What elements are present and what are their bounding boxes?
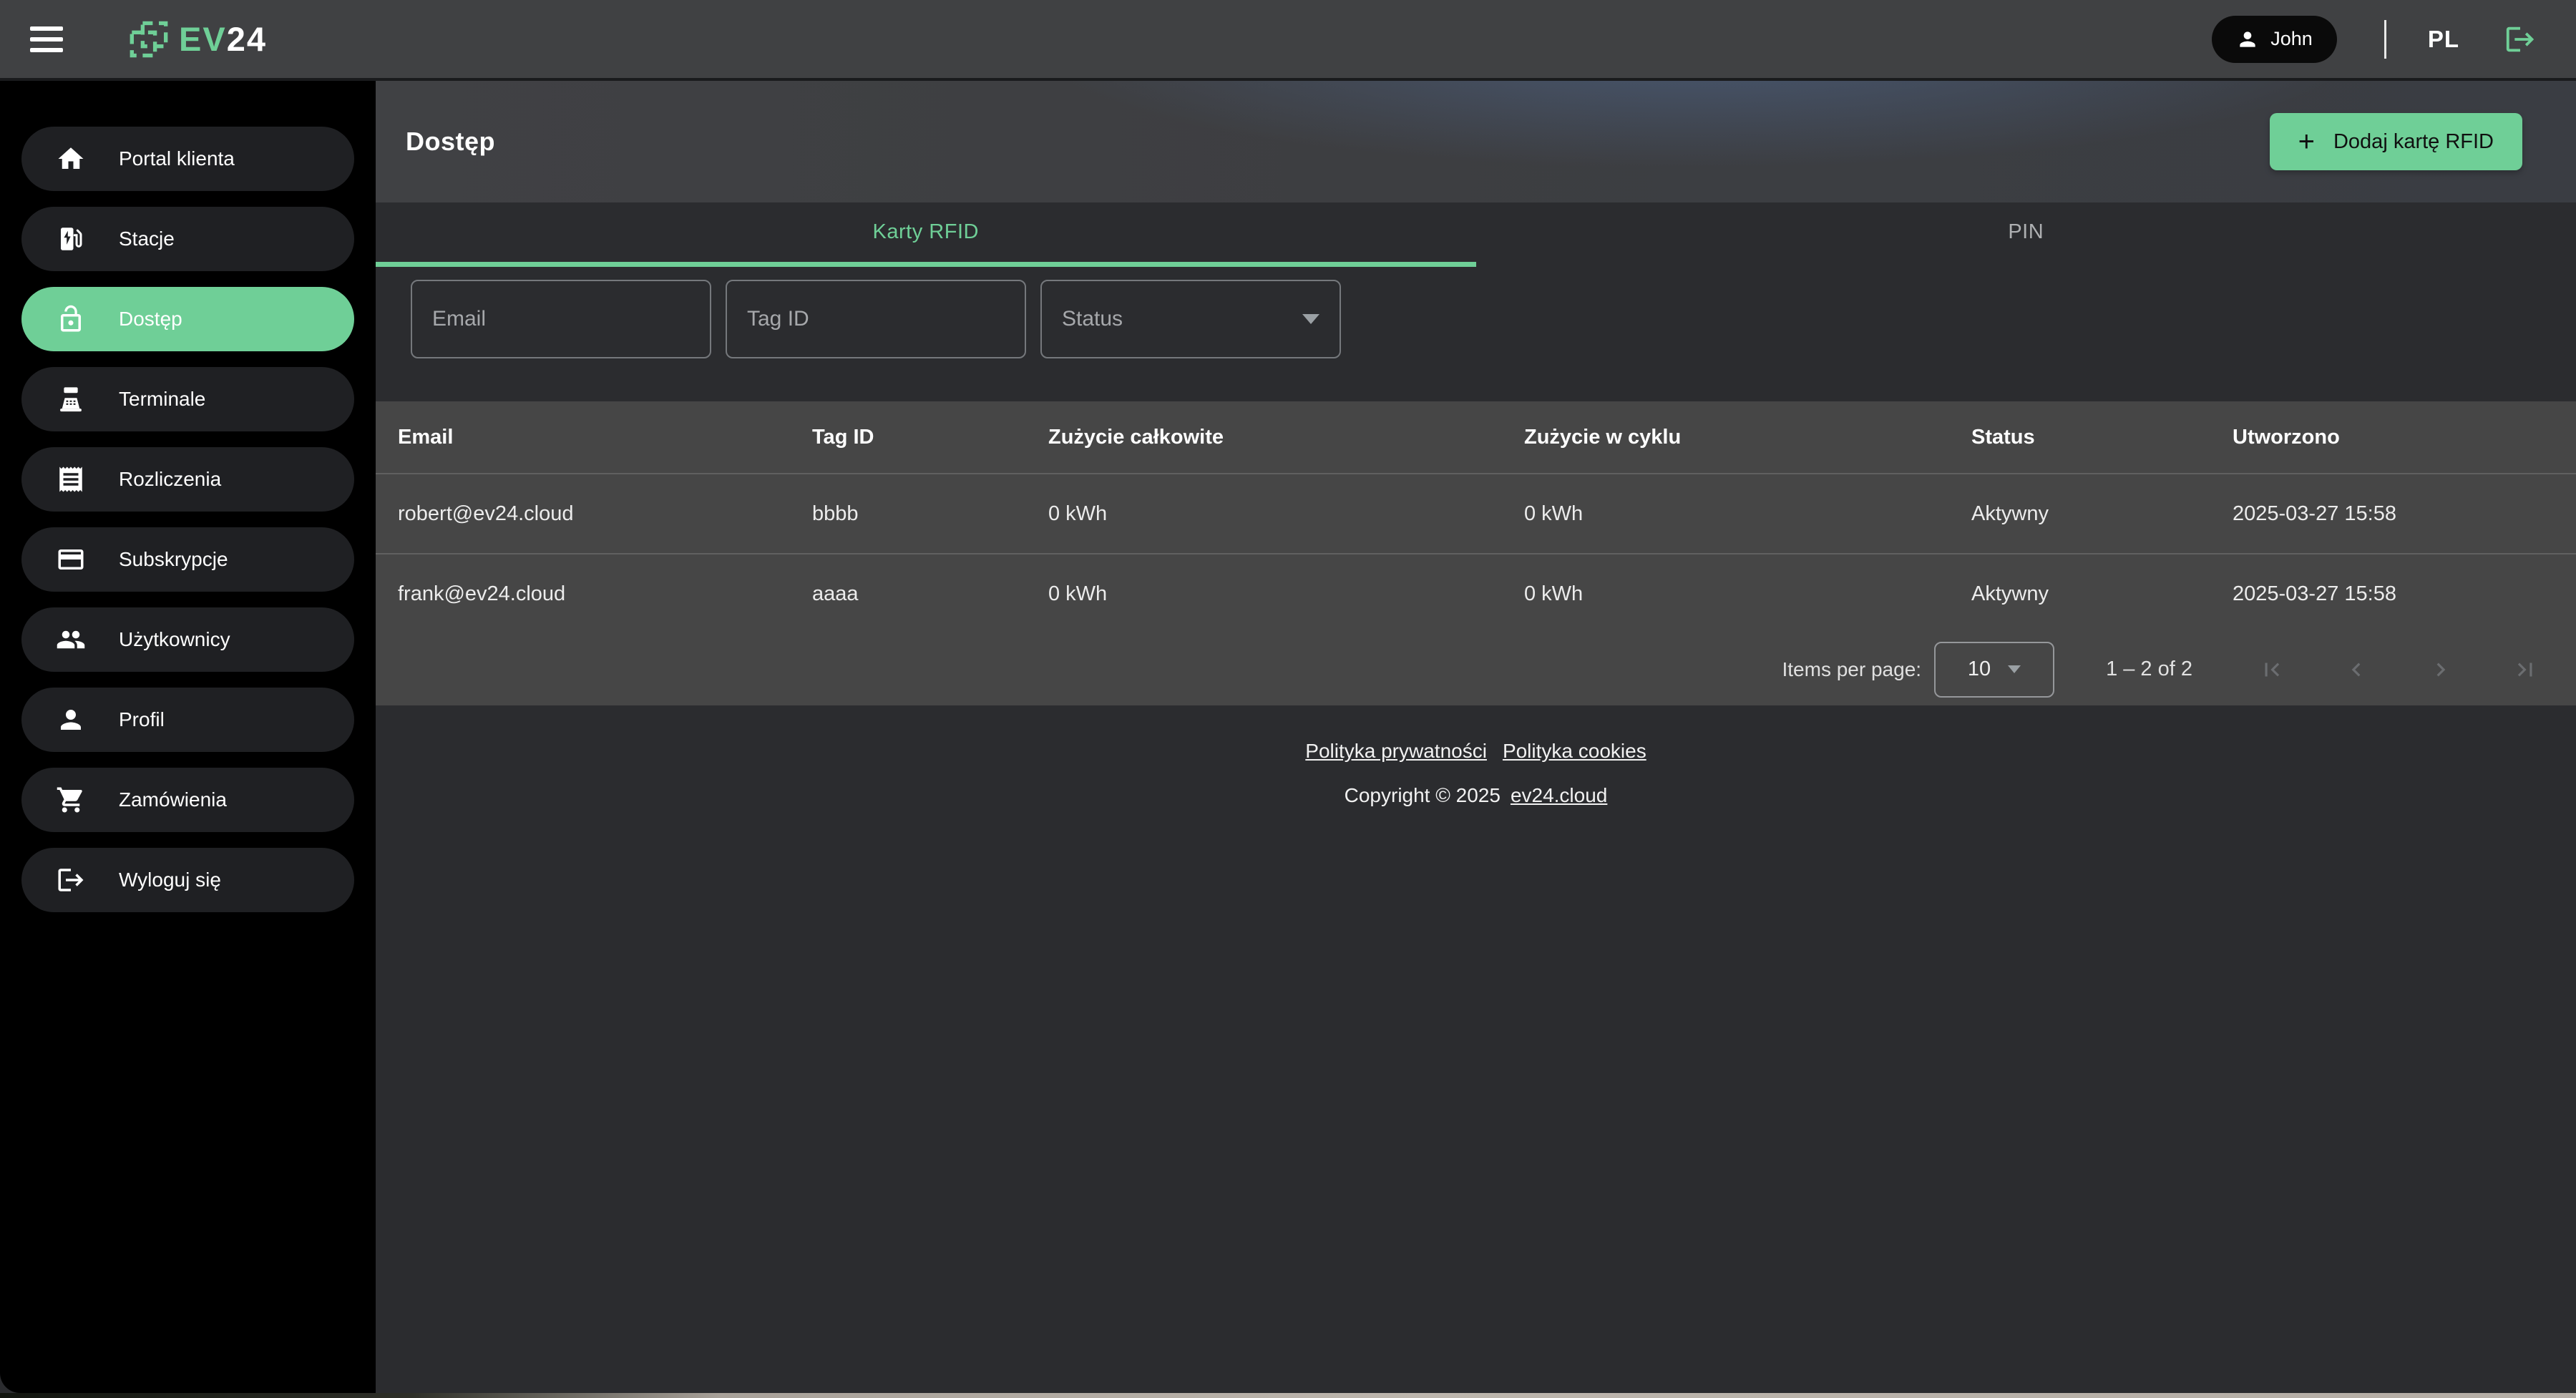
items-per-page-select[interactable]: 10 (1934, 641, 2055, 698)
cell-status: Aktywny (1971, 582, 2049, 605)
sidebar: Portal klienta Stacje Dostęp Terminale R… (0, 81, 376, 1393)
page-header: Dostęp + Dodaj kartę RFID (376, 81, 2576, 202)
home-icon (58, 147, 84, 169)
sidebar-item-wyloguj[interactable]: Wyloguj się (21, 848, 354, 912)
main-content: Dostęp + Dodaj kartę RFID Karty RFID PIN… (376, 81, 2576, 1393)
filter-row: Status (411, 280, 2576, 358)
col-created: Utworzono (2233, 425, 2340, 449)
chevron-down-icon (1302, 314, 1319, 324)
email-filter-input[interactable] (411, 280, 711, 358)
pagination-range-label: 1 – 2 of 2 (2106, 658, 2192, 680)
topbar: EV24 John PL (0, 0, 2576, 81)
last-page-icon[interactable] (2512, 656, 2539, 683)
status-filter-select[interactable]: Status (1040, 280, 1341, 358)
sidebar-item-zamowienia[interactable]: Zamówienia (21, 768, 354, 832)
cookies-policy-link[interactable]: Polityka cookies (1503, 740, 1646, 763)
bottom-edge-strip (0, 1393, 2576, 1398)
tabbar: Karty RFID PIN (376, 202, 2576, 267)
receipt-icon (59, 466, 82, 492)
sidebar-item-dostep[interactable]: Dostęp (21, 287, 354, 351)
table-header-row: Email Tag ID Zużycie całkowite Zużycie w… (376, 401, 2576, 473)
cell-email: robert@ev24.cloud (398, 502, 574, 525)
pagination-bar: Items per page: 10 1 – 2 of 2 (376, 633, 2576, 705)
table-row[interactable]: frank@ev24.cloud aaaa 0 kWh 0 kWh Aktywn… (376, 553, 2576, 633)
sidebar-item-uzytkownicy[interactable]: Użytkownicy (21, 607, 354, 672)
tab-pin[interactable]: PIN (1476, 202, 2576, 267)
cell-total-usage: 0 kWh (1048, 502, 1108, 525)
cart-icon (57, 787, 82, 813)
col-status: Status (1971, 425, 2035, 449)
cell-total-usage: 0 kWh (1048, 582, 1108, 605)
logout-icon (58, 869, 84, 891)
logo[interactable]: EV24 (129, 19, 267, 59)
person-icon (61, 710, 81, 730)
chevron-down-icon (2008, 665, 2021, 673)
logout-button[interactable] (2504, 23, 2537, 56)
table-row[interactable]: robert@ev24.cloud bbbb 0 kWh 0 kWh Aktyw… (376, 473, 2576, 553)
logo-mark-icon (130, 21, 168, 57)
cell-cycle-usage: 0 kWh (1524, 502, 1584, 525)
items-per-page-label: Items per page: (1782, 658, 1922, 680)
sidebar-item-portal-klienta[interactable]: Portal klienta (21, 127, 354, 191)
add-rfid-card-button[interactable]: + Dodaj kartę RFID (2269, 113, 2522, 170)
person-icon (2240, 31, 2255, 47)
logo-text: EV24 (179, 20, 267, 58)
sidebar-item-profil[interactable]: Profil (21, 688, 354, 752)
cell-cycle-usage: 0 kWh (1524, 582, 1584, 605)
topbar-divider (2384, 19, 2386, 59)
pos-terminal-icon (60, 387, 82, 412)
first-page-icon[interactable] (2258, 656, 2285, 683)
sidebar-item-rozliczenia[interactable]: Rozliczenia (21, 447, 354, 512)
app-window: EV24 John PL Portal klienta Stacje Dostę… (0, 0, 2576, 1398)
sidebar-item-stacje[interactable]: Stacje (21, 207, 354, 271)
previous-page-icon[interactable] (2343, 656, 2370, 683)
users-icon (57, 630, 85, 649)
sidebar-item-terminale[interactable]: Terminale (21, 367, 354, 431)
cell-created: 2025-03-27 15:58 (2233, 582, 2396, 605)
logout-icon (2506, 26, 2534, 52)
tab-karty-rfid[interactable]: Karty RFID (376, 202, 1476, 267)
language-button[interactable]: PL (2428, 26, 2459, 53)
user-menu-button[interactable]: John (2212, 15, 2337, 63)
next-page-icon[interactable] (2427, 656, 2454, 683)
col-total-usage: Zużycie całkowite (1048, 425, 1224, 449)
cell-status: Aktywny (1971, 502, 2049, 525)
pagination-controls (2258, 656, 2539, 683)
domain-link[interactable]: ev24.cloud (1511, 784, 1607, 806)
credit-card-icon (58, 549, 84, 570)
cell-tag-id: bbbb (812, 502, 859, 525)
lock-open-icon (61, 305, 81, 332)
tag-id-filter-input[interactable] (726, 280, 1026, 358)
user-name: John (2270, 28, 2313, 49)
copyright-text: Copyright © 2025 (1344, 784, 1501, 806)
ev-station-icon (61, 228, 82, 250)
rfid-cards-table: Email Tag ID Zużycie całkowite Zużycie w… (376, 401, 2576, 705)
page-footer: Polityka prywatności Polityka cookies Co… (376, 740, 2576, 807)
hamburger-menu-icon[interactable] (30, 26, 63, 52)
col-email: Email (398, 425, 454, 449)
page-title: Dostęp (406, 127, 496, 156)
cell-tag-id: aaaa (812, 582, 859, 605)
col-tag-id: Tag ID (812, 425, 874, 449)
plus-icon: + (2298, 126, 2315, 157)
cell-created: 2025-03-27 15:58 (2233, 502, 2396, 525)
col-cycle-usage: Zużycie w cyklu (1524, 425, 1682, 449)
sidebar-item-subskrypcje[interactable]: Subskrypcje (21, 527, 354, 592)
privacy-policy-link[interactable]: Polityka prywatności (1305, 740, 1487, 763)
cell-email: frank@ev24.cloud (398, 582, 566, 605)
